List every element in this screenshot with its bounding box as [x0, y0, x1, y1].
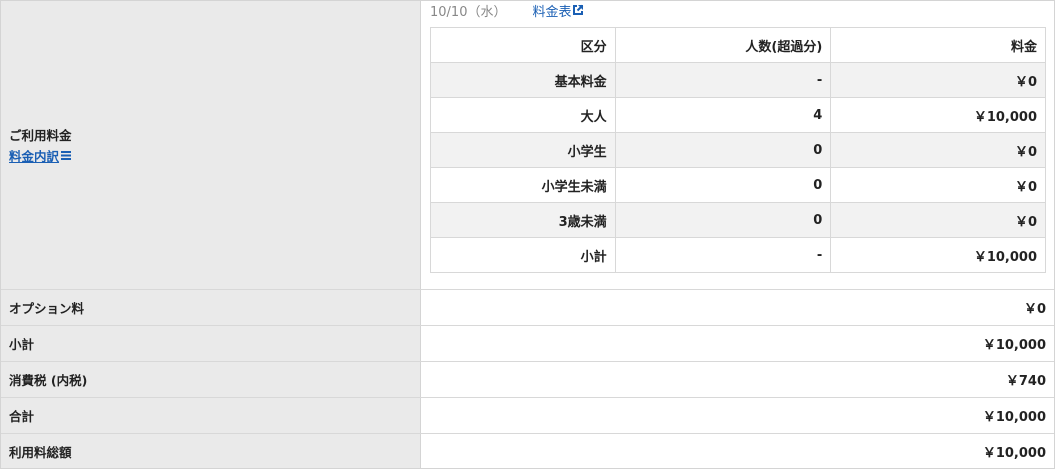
- summary-label: 合計: [1, 398, 421, 433]
- row-count: 0: [614, 132, 832, 168]
- row-category: 大人: [430, 97, 616, 133]
- usage-fee-label-cell: ご利用料金 料金内訳: [1, 1, 421, 289]
- table-row: 基本料金 - ￥0: [430, 62, 1046, 98]
- summary-label: 消費税 (内税): [1, 362, 421, 397]
- row-count: 4: [614, 97, 832, 133]
- summary-row-tax: 消費税 (内税) ￥740: [1, 362, 1054, 398]
- column-header-category: 区分: [430, 27, 616, 63]
- row-count: 0: [614, 167, 832, 203]
- table-row: 小計 - ￥10,000: [430, 237, 1046, 273]
- table-header-row: 区分 人数(超過分) 料金: [430, 27, 1046, 63]
- row-category: 小学生未満: [430, 167, 616, 203]
- list-icon: [61, 151, 72, 160]
- table-row: 3歳未満 0 ￥0: [430, 202, 1046, 238]
- row-category: 3歳未満: [430, 202, 616, 238]
- usage-fee-label: ご利用料金: [9, 128, 72, 143]
- row-price: ￥0: [830, 62, 1046, 98]
- summary-value: ￥740: [1005, 374, 1046, 389]
- row-price: ￥10,000: [830, 237, 1046, 273]
- usage-date: 10/10（水）: [430, 4, 507, 20]
- summary-value: ￥10,000: [982, 410, 1046, 425]
- column-header-count: 人数(超過分): [614, 27, 832, 63]
- summary-row-subtotal: 小計 ￥10,000: [1, 326, 1054, 362]
- row-price: ￥0: [830, 202, 1046, 238]
- table-row: 小学生未満 0 ￥0: [430, 167, 1046, 203]
- row-category: 基本料金: [430, 62, 616, 98]
- fee-table-link[interactable]: 料金表: [532, 1, 584, 20]
- fee-breakdown-link[interactable]: 料金内訳: [9, 146, 420, 165]
- row-price: ￥10,000: [830, 97, 1046, 133]
- summary-row-total: 合計 ￥10,000: [1, 398, 1054, 434]
- fee-breakdown-link-text: 料金内訳: [9, 149, 60, 164]
- usage-fee-row: ご利用料金 料金内訳 10/10（水） 料金表 区分 人数(超過分) 料金 基本…: [1, 1, 1054, 290]
- external-link-icon: [573, 4, 584, 15]
- fee-table-link-text: 料金表: [532, 4, 572, 20]
- fee-summary-panel: ご利用料金 料金内訳 10/10（水） 料金表 区分 人数(超過分) 料金 基本…: [0, 0, 1055, 469]
- summary-label: 利用料総額: [1, 434, 421, 468]
- summary-value: ￥10,000: [982, 445, 1046, 461]
- fee-detail-area: 10/10（水） 料金表 区分 人数(超過分) 料金 基本料金 - ￥0 大人 …: [421, 1, 1054, 289]
- row-category: 小計: [430, 237, 616, 273]
- table-row: 小学生 0 ￥0: [430, 132, 1046, 168]
- row-count: -: [614, 62, 832, 98]
- column-header-price: 料金: [830, 27, 1046, 63]
- summary-row-grand-total: 利用料総額 ￥10,000: [1, 434, 1054, 468]
- row-category: 小学生: [430, 132, 616, 168]
- row-price: ￥0: [830, 167, 1046, 203]
- date-line: 10/10（水） 料金表: [430, 1, 584, 20]
- row-count: 0: [614, 202, 832, 238]
- fee-breakdown-table: 区分 人数(超過分) 料金 基本料金 - ￥0 大人 4 ￥10,000 小学生…: [430, 27, 1046, 273]
- summary-value: ￥0: [1023, 302, 1046, 317]
- summary-label: 小計: [1, 326, 421, 361]
- summary-row-option: オプション料 ￥0: [1, 290, 1054, 326]
- summary-label: オプション料: [1, 290, 421, 325]
- row-count: -: [614, 237, 832, 273]
- summary-value: ￥10,000: [982, 338, 1046, 353]
- row-price: ￥0: [830, 132, 1046, 168]
- table-row: 大人 4 ￥10,000: [430, 97, 1046, 133]
